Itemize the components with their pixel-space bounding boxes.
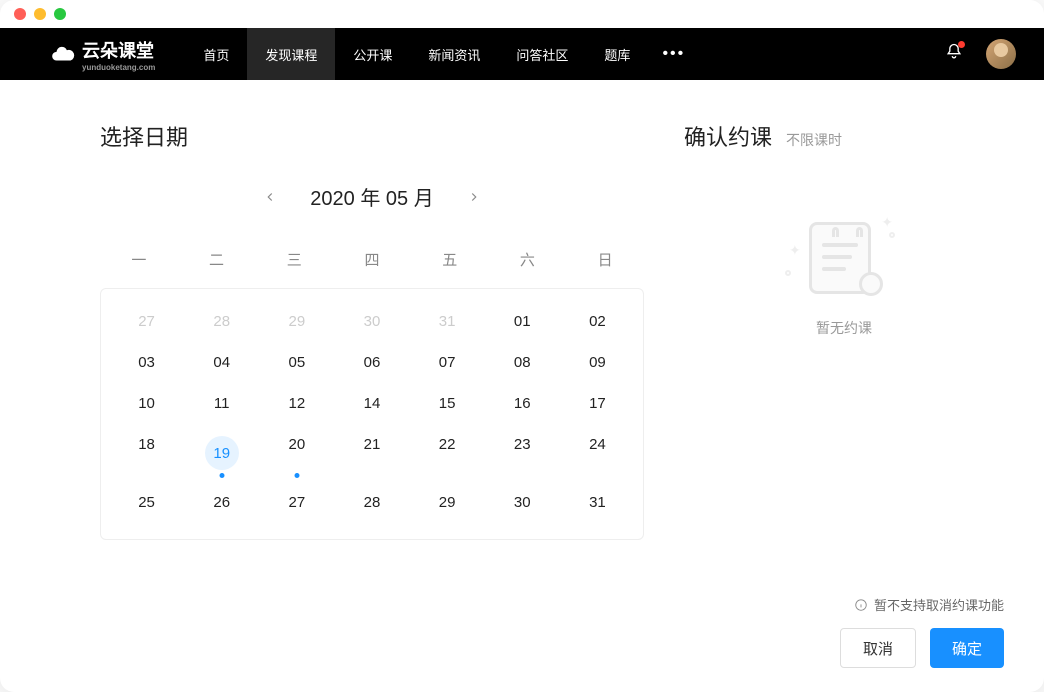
nav-tab[interactable]: 公开课 <box>335 28 410 80</box>
logo-sub: yunduoketang.com <box>82 64 155 72</box>
weekday-label: 一 <box>100 237 178 288</box>
calendar-day[interactable]: 31 <box>410 301 485 342</box>
content: 选择日期 2020 年 05 月 一二三四五六日 272829303101020… <box>0 80 1044 692</box>
confirm-title: 确认约课 <box>684 120 772 152</box>
chevron-right-icon <box>467 190 481 204</box>
calendar-day[interactable]: 03 <box>109 342 184 383</box>
confirm-panel: 确认约课 不限课时 ✦✦ 暂无约课 暂不支持取消约课功能 <box>684 80 1044 692</box>
empty-text: 暂无约课 <box>816 318 872 338</box>
calendar-day[interactable]: 15 <box>410 383 485 424</box>
calendar-day[interactable]: 30 <box>334 301 409 342</box>
calendar-day[interactable]: 28 <box>184 301 259 342</box>
calendar-day[interactable]: 27 <box>259 482 334 523</box>
nav-tab[interactable]: 发现课程 <box>247 28 335 80</box>
nav-tab[interactable]: 题库 <box>586 28 648 80</box>
empty-state: ✦✦ 暂无约课 <box>684 212 1004 595</box>
nav-more[interactable]: ••• <box>648 45 699 63</box>
calendar-day[interactable]: 21 <box>334 424 409 482</box>
weekday-label: 日 <box>566 237 644 288</box>
calendar-day[interactable]: 14 <box>334 383 409 424</box>
weekday-row: 一二三四五六日 <box>100 237 644 288</box>
calendar-day[interactable]: 19 <box>184 424 259 482</box>
avatar[interactable] <box>986 39 1016 69</box>
weekday-label: 二 <box>178 237 256 288</box>
calendar-day[interactable]: 20 <box>259 424 334 482</box>
chevron-left-icon <box>263 190 277 204</box>
calendar-nav: 2020 年 05 月 <box>100 182 644 211</box>
date-panel: 选择日期 2020 年 05 月 一二三四五六日 272829303101020… <box>0 80 684 692</box>
logo[interactable]: 云朵课堂 yunduoketang.com <box>50 37 155 72</box>
weekday-label: 三 <box>255 237 333 288</box>
calendar-day[interactable]: 11 <box>184 383 259 424</box>
calendar-day[interactable]: 10 <box>109 383 184 424</box>
calendar-day[interactable]: 28 <box>334 482 409 523</box>
calendar-day[interactable]: 06 <box>334 342 409 383</box>
calendar-day[interactable]: 29 <box>259 301 334 342</box>
calendar-day[interactable]: 05 <box>259 342 334 383</box>
notifications-button[interactable] <box>944 42 964 67</box>
nav-tab[interactable]: 问答社区 <box>498 28 586 80</box>
calendar-day[interactable]: 08 <box>485 342 560 383</box>
logo-text: 云朵课堂 <box>82 41 154 61</box>
calendar-day[interactable]: 29 <box>410 482 485 523</box>
calendar-day[interactable]: 04 <box>184 342 259 383</box>
close-dot[interactable] <box>14 8 26 20</box>
next-month-button[interactable] <box>460 183 488 211</box>
calendar-day[interactable]: 24 <box>560 424 635 482</box>
nav-tab[interactable]: 首页 <box>185 28 247 80</box>
event-dot <box>219 473 224 478</box>
nav-tab[interactable]: 新闻资讯 <box>410 28 498 80</box>
weekday-label: 四 <box>333 237 411 288</box>
weekday-label: 六 <box>489 237 567 288</box>
nav-tabs: 首页发现课程公开课新闻资讯问答社区题库 <box>185 28 648 80</box>
notification-dot <box>958 41 965 48</box>
calendar-body: 2728293031010203040506070809101112141516… <box>100 288 644 540</box>
info-icon <box>854 598 868 612</box>
minimize-dot[interactable] <box>34 8 46 20</box>
confirm-sub: 不限课时 <box>786 130 842 150</box>
month-label: 2020 年 05 月 <box>310 182 433 211</box>
calendar-day[interactable]: 26 <box>184 482 259 523</box>
mac-titlebar <box>0 0 1044 28</box>
cancel-button[interactable]: 取消 <box>840 628 916 668</box>
empty-illustration: ✦✦ <box>799 212 889 302</box>
calendar-day[interactable]: 09 <box>560 342 635 383</box>
confirm-button[interactable]: 确定 <box>930 628 1004 668</box>
app-window: 云朵课堂 yunduoketang.com 首页发现课程公开课新闻资讯问答社区题… <box>0 0 1044 692</box>
calendar-day[interactable]: 18 <box>109 424 184 482</box>
date-title: 选择日期 <box>100 120 644 152</box>
maximize-dot[interactable] <box>54 8 66 20</box>
calendar-day[interactable]: 17 <box>560 383 635 424</box>
calendar-day[interactable]: 02 <box>560 301 635 342</box>
calendar-day[interactable]: 07 <box>410 342 485 383</box>
top-navbar: 云朵课堂 yunduoketang.com 首页发现课程公开课新闻资讯问答社区题… <box>0 28 1044 80</box>
button-row: 取消 确定 <box>684 628 1004 668</box>
calendar-day[interactable]: 22 <box>410 424 485 482</box>
calendar-day[interactable]: 16 <box>485 383 560 424</box>
calendar-day[interactable]: 30 <box>485 482 560 523</box>
calendar-day[interactable]: 31 <box>560 482 635 523</box>
prev-month-button[interactable] <box>256 183 284 211</box>
calendar-day[interactable]: 23 <box>485 424 560 482</box>
event-dot <box>294 473 299 478</box>
footer-note: 暂不支持取消约课功能 <box>684 595 1004 614</box>
weekday-label: 五 <box>411 237 489 288</box>
cloud-icon <box>50 41 76 67</box>
calendar-day[interactable]: 01 <box>485 301 560 342</box>
calendar-day[interactable]: 25 <box>109 482 184 523</box>
calendar-day[interactable]: 12 <box>259 383 334 424</box>
calendar-day[interactable]: 27 <box>109 301 184 342</box>
